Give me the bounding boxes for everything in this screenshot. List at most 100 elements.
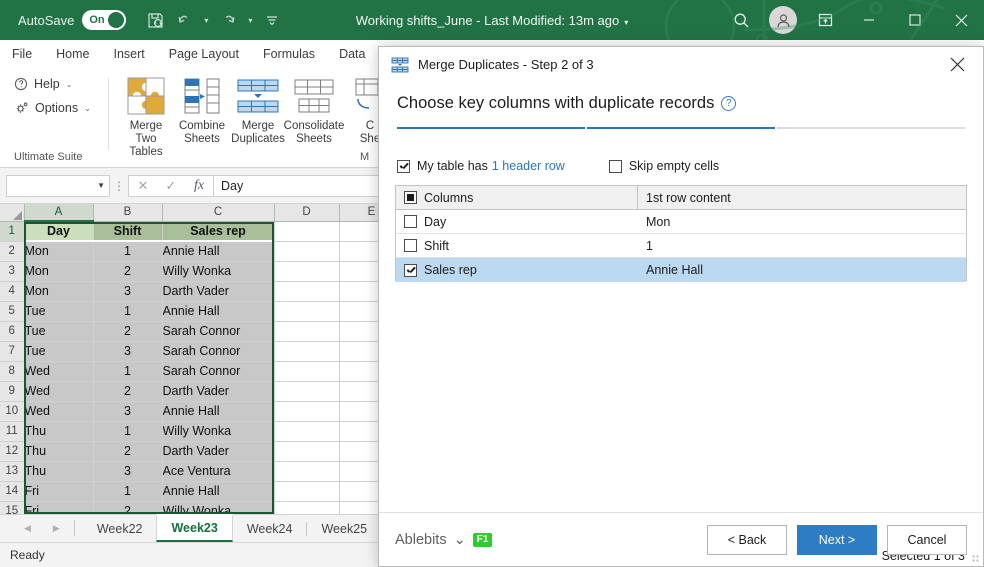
ribbon-help-button[interactable]: Help ⌄ (14, 72, 114, 96)
cell-c1[interactable]: Sales rep (162, 221, 275, 242)
sheet-next-icon[interactable]: ▶ (53, 523, 60, 534)
cell-c7[interactable]: Sarah Connor (162, 341, 275, 362)
row-header-15[interactable]: 15 (0, 501, 25, 514)
cell-a15[interactable]: Fri (24, 501, 94, 514)
column-header-d[interactable]: D (274, 204, 340, 222)
row-header-10[interactable]: 10 (0, 401, 25, 422)
row-header-6[interactable]: 6 (0, 321, 25, 342)
cell-a14[interactable]: Fri (24, 481, 94, 502)
row-header-3[interactable]: 3 (0, 261, 25, 282)
cell-b10[interactable]: 3 (93, 401, 163, 422)
fx-icon[interactable]: fx (185, 178, 213, 194)
merge-duplicates-button[interactable]: Merge Duplicates (230, 74, 286, 159)
sheet-tab-week23[interactable]: Week23 (156, 514, 233, 542)
row-header-11[interactable]: 11 (0, 421, 25, 442)
next-button[interactable]: Next > (797, 524, 877, 555)
redo-icon[interactable] (215, 7, 241, 33)
close-icon[interactable] (937, 48, 977, 82)
formula-bar-grip[interactable]: ⋮ (110, 179, 128, 193)
help-chevron-down-icon[interactable]: ⌄ (66, 80, 73, 89)
cell-c10[interactable]: Annie Hall (162, 401, 275, 422)
sheet-tab-week22[interactable]: Week22 (83, 516, 157, 542)
cell-d3[interactable] (274, 261, 340, 282)
cell-a8[interactable]: Wed (24, 361, 94, 382)
column-row-day[interactable]: Day (396, 210, 638, 233)
ribbon-options-button[interactable]: Options ⌄ (14, 96, 114, 120)
select-all-checkbox[interactable] (404, 191, 417, 204)
cell-b9[interactable]: 2 (93, 381, 163, 402)
name-box[interactable]: ▼ (6, 174, 110, 197)
back-button[interactable]: < Back (707, 524, 787, 555)
cell-b13[interactable]: 3 (93, 461, 163, 482)
sheet-tab-week24[interactable]: Week24 (233, 516, 307, 542)
combine-sheets-button[interactable]: Combine Sheets (174, 74, 230, 159)
cell-a7[interactable]: Tue (24, 341, 94, 362)
cell-b2[interactable]: 1 (93, 241, 163, 262)
select-all-corner[interactable] (0, 204, 25, 222)
cell-a1[interactable]: Day (24, 221, 94, 242)
customize-qat-icon[interactable] (259, 7, 285, 33)
cell-b15[interactable]: 2 (93, 501, 163, 514)
document-title-chevron-down-icon[interactable]: ▾ (624, 18, 628, 27)
redo-chevron-down-icon[interactable]: ▾ (244, 16, 256, 25)
table-row[interactable]: Shift 1 (396, 234, 966, 258)
cell-b4[interactable]: 3 (93, 281, 163, 302)
cell-c15[interactable]: Willy Wonka (162, 501, 275, 514)
table-row[interactable]: Sales rep Annie Hall (396, 258, 966, 282)
ablebits-chevron-down-icon[interactable]: ⌄ (454, 532, 466, 548)
row-header-7[interactable]: 7 (0, 341, 25, 362)
row-header-5[interactable]: 5 (0, 301, 25, 322)
my-table-has-header-checkbox[interactable]: My table has 1 header row (397, 159, 565, 173)
autosave-toggle[interactable]: On (82, 10, 127, 30)
sheet-prev-icon[interactable]: ◀ (24, 523, 31, 534)
cell-b12[interactable]: 2 (93, 441, 163, 462)
cell-c8[interactable]: Sarah Connor (162, 361, 275, 382)
column-header-c[interactable]: C (162, 204, 275, 222)
close-button[interactable] (938, 0, 984, 40)
column-row-sales-rep[interactable]: Sales rep (396, 258, 638, 282)
cell-d11[interactable] (274, 421, 340, 442)
cell-d9[interactable] (274, 381, 340, 402)
cell-c9[interactable]: Darth Vader (162, 381, 275, 402)
cell-a12[interactable]: Thu (24, 441, 94, 462)
row-header-12[interactable]: 12 (0, 441, 25, 462)
cell-a6[interactable]: Tue (24, 321, 94, 342)
column-checkbox-sales-rep[interactable] (404, 263, 417, 277)
skip-empty-cells-checkbox[interactable]: Skip empty cells (608, 159, 719, 173)
row-header-8[interactable]: 8 (0, 361, 25, 382)
cell-d4[interactable] (274, 281, 340, 302)
cell-c12[interactable]: Darth Vader (162, 441, 275, 462)
cell-a5[interactable]: Tue (24, 301, 94, 322)
cell-a2[interactable]: Mon (24, 241, 94, 262)
cell-a11[interactable]: Thu (24, 421, 94, 442)
maximize-button[interactable] (892, 0, 938, 40)
minimize-button[interactable] (846, 0, 892, 40)
cell-b3[interactable]: 2 (93, 261, 163, 282)
cell-a3[interactable]: Mon (24, 261, 94, 282)
cell-c5[interactable]: Annie Hall (162, 301, 275, 322)
consolidate-sheets-button[interactable]: Consolidate Sheets (284, 74, 344, 159)
row-header-14[interactable]: 14 (0, 481, 25, 502)
cell-c13[interactable]: Ace Ventura (162, 461, 275, 482)
cancel-icon[interactable]: ✕ (129, 178, 157, 194)
columns-header-cell[interactable]: Columns (396, 186, 638, 209)
column-checkbox-day[interactable] (404, 215, 417, 228)
row-header-1[interactable]: 1 (0, 221, 25, 242)
cell-a9[interactable]: Wed (24, 381, 94, 402)
column-header-a[interactable]: A (24, 204, 94, 222)
cell-c6[interactable]: Sarah Connor (162, 321, 275, 342)
account-avatar[interactable] (769, 6, 797, 34)
ribbon-display-options-icon[interactable] (804, 0, 846, 40)
sheet-tab-week25[interactable]: Week25 (307, 516, 381, 542)
cell-c11[interactable]: Willy Wonka (162, 421, 275, 442)
sheet-nav-arrows[interactable]: ◀ ▶ (18, 514, 66, 542)
cell-d13[interactable] (274, 461, 340, 482)
cell-d10[interactable] (274, 401, 340, 422)
cell-c4[interactable]: Darth Vader (162, 281, 275, 302)
f1-help-badge[interactable]: F1 (472, 532, 493, 547)
cell-a13[interactable]: Thu (24, 461, 94, 482)
dialog-resize-grip[interactable] (972, 555, 980, 563)
cell-d5[interactable] (274, 301, 340, 322)
cell-b11[interactable]: 1 (93, 421, 163, 442)
cell-d1[interactable] (274, 221, 340, 242)
